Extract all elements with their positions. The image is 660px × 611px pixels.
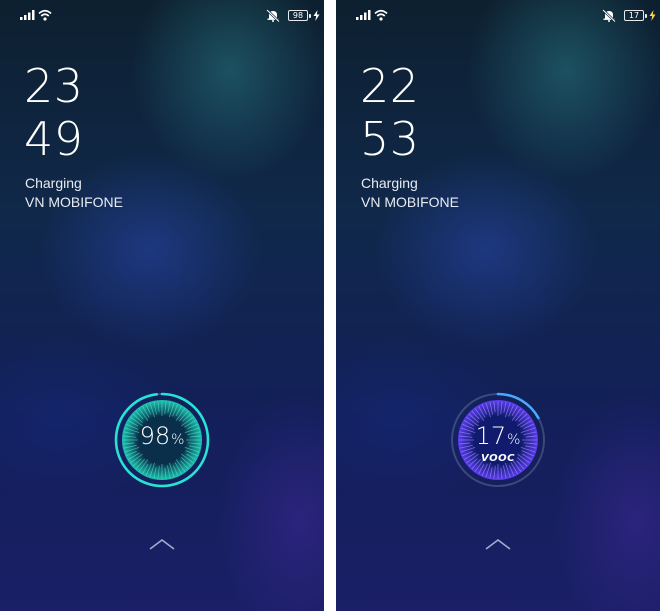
clock-hour: 23 (24, 59, 84, 113)
mute-icon (266, 9, 280, 22)
clock-minute: 49 (24, 112, 84, 166)
charge-percent-symbol: % (507, 432, 521, 448)
wifi-icon (38, 9, 52, 21)
clock-minute: 53 (360, 112, 420, 166)
lockscreen-info: Charging VN MOBIFONE (25, 174, 123, 212)
charge-percent: 17% (448, 422, 548, 450)
charging-status: Charging (361, 175, 418, 191)
clock: 23 49 (24, 60, 84, 166)
signal-icon (356, 10, 371, 20)
status-bar: 98 (0, 0, 324, 32)
clock-hour: 22 (360, 59, 420, 113)
charge-percent-symbol: % (171, 432, 185, 448)
mute-icon (602, 9, 616, 22)
wifi-icon (374, 9, 388, 21)
status-bar: 17 (336, 0, 660, 32)
carrier-name: VN MOBIFONE (25, 194, 124, 210)
lockscreen-right: 17 22 53 Charging VN MOBIFONE 17% VOOC (336, 0, 660, 611)
battery-icon: 17 (624, 10, 647, 21)
swipe-up-chevron-icon[interactable] (484, 537, 512, 551)
swipe-up-chevron-icon[interactable] (148, 537, 176, 551)
charging-indicator: 17% VOOC (448, 390, 548, 490)
charging-indicator: 98% (112, 390, 212, 490)
charge-percent-number: 17 (475, 422, 507, 450)
charge-percent: 98% (112, 422, 212, 450)
bolt-icon (313, 10, 320, 21)
signal-icon (20, 10, 35, 20)
clock: 22 53 (360, 60, 420, 166)
bolt-icon (649, 10, 656, 21)
battery-level: 17 (628, 11, 640, 20)
lockscreen-left: 98 23 49 Charging VN MOBIFONE 98% (0, 0, 324, 611)
battery-level: 98 (292, 11, 304, 20)
fast-charge-badge: VOOC (481, 453, 515, 464)
carrier-name: VN MOBIFONE (361, 194, 460, 210)
battery-icon: 98 (288, 10, 311, 21)
lockscreen-info: Charging VN MOBIFONE (361, 174, 459, 212)
charge-percent-number: 98 (139, 422, 171, 450)
charging-status: Charging (25, 175, 82, 191)
